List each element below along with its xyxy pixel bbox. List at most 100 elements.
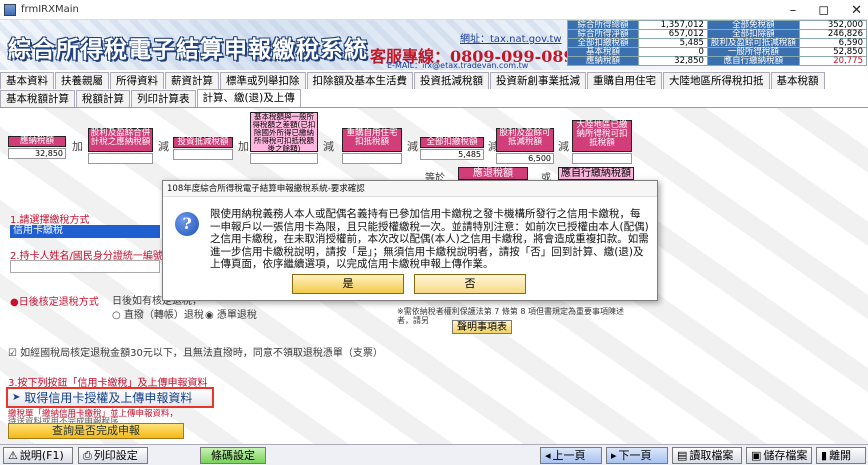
formula-op: 減 bbox=[407, 140, 418, 153]
window-title: frmIRXMain bbox=[21, 4, 79, 15]
help-button-label: 說明(F1) bbox=[19, 449, 64, 462]
tab-tabs_row1-9[interactable]: 大陸地區所得稅扣抵 bbox=[663, 72, 770, 89]
formula-box-value: 6,500 bbox=[496, 153, 554, 164]
tab-tabs_row1-0[interactable]: 基本資料 bbox=[0, 72, 54, 89]
refund-method-label: ●日後核定退稅方式 bbox=[10, 297, 99, 308]
save-file-button[interactable]: ▣ 儲存檔案 bbox=[746, 447, 812, 464]
service-email: E-MAIL：irx@etax.tradevan.com.tw bbox=[387, 61, 529, 70]
formula-box-label: 投資抵減稅額 bbox=[173, 137, 233, 148]
formula-box-label: 股利及盈餘可抵減稅額 bbox=[496, 128, 554, 152]
summary-row: 應納稅額 32,850 應自行繳納稅額 20,775 bbox=[567, 56, 868, 66]
formula-box-label: 全部扣繳稅額 bbox=[420, 137, 484, 148]
minimize-icon[interactable]: – bbox=[790, 3, 797, 18]
tab-tabs_row1-5[interactable]: 扣除額及基本生活費 bbox=[306, 72, 413, 89]
exit-icon: ▮ bbox=[821, 449, 828, 462]
tab-row-primary: 基本資料 扶養親屬 所得資料 薪資計算 標準或列舉扣除 扣除額及基本生活費 投資抵減稅額 投資… bbox=[0, 71, 826, 89]
no-refund-check-checkbox[interactable]: ☑ 如經國稅局核定退稅金額30元以下，且無法直撥時，同意不領取退稅憑單（支票） bbox=[8, 344, 383, 359]
payable-amount-label: 應自行繳納稅額 bbox=[558, 167, 634, 180]
help-button[interactable]: ⚠ 說明(F1) bbox=[3, 447, 73, 464]
tab-tabs_row1-8[interactable]: 重購自用住宅 bbox=[587, 72, 662, 89]
exit-label: 離開 bbox=[829, 449, 852, 462]
prev-page-label: 上一頁 bbox=[552, 449, 586, 462]
formula-box-value: 32,850 bbox=[8, 148, 66, 159]
formula-box-label: 基本稅額與一般所得稅額之差額(已扣除國外所得已繳納所得稅可扣抵稅額後之餘額) bbox=[250, 112, 318, 153]
upload-icon: ➤ bbox=[12, 392, 21, 403]
help-icon: ⚠ bbox=[8, 449, 18, 462]
confirm-dialog: 108年度綜合所得稅電子結算申報繳稅系統-要求確認 ? 限使用納稅義務人本人或配… bbox=[162, 180, 658, 301]
tab-tabs_row2-1[interactable]: 稅額計算 bbox=[76, 90, 130, 107]
read-file-label: 讀取檔案 bbox=[689, 449, 734, 462]
summary-value: 32,850 bbox=[637, 56, 708, 66]
formula-box-label: 應納稅額 bbox=[8, 136, 66, 147]
formula-op: 加 bbox=[72, 140, 83, 153]
direct-refund-radio[interactable]: ○ 直撥（轉帳）退稅 bbox=[112, 306, 204, 321]
summary-value: 5,485 bbox=[637, 38, 708, 48]
formula-box-value bbox=[173, 149, 233, 160]
arrow-right-icon: ▸ bbox=[611, 449, 617, 462]
save-icon: ▣ bbox=[751, 449, 762, 462]
credit-card-upload-button[interactable]: ➤ 取得信用卡授權及上傳申報資料 bbox=[6, 387, 214, 408]
check-filing-button[interactable]: 查詢是否完成申報 bbox=[8, 423, 184, 439]
window-controls: – ◻ ✕ bbox=[790, 0, 862, 20]
formula-box-value bbox=[342, 153, 402, 164]
tab-tabs_row1-3[interactable]: 薪資計算 bbox=[165, 72, 219, 89]
dialog-message: 限使用納稅義務人本人或配偶名義持有已參加信用卡繳稅之發卡機構所發行之信用卡繳稅，… bbox=[210, 208, 649, 270]
summary-label: 應納稅額 bbox=[567, 56, 639, 66]
barcode-settings-button[interactable]: 條碼設定 bbox=[200, 447, 266, 464]
app-title: 綜合所得稅電子結算申報繳稅系統 bbox=[8, 36, 368, 63]
formula-box-label: 重購自用住宅扣抵稅額 bbox=[342, 128, 402, 152]
formula-box-value bbox=[572, 153, 632, 164]
formula-op: 減 bbox=[323, 140, 334, 153]
prev-page-button[interactable]: ◂ 上一頁 bbox=[540, 447, 602, 464]
summary-value: 20,775 bbox=[798, 56, 868, 66]
folder-icon: ▤ bbox=[677, 449, 688, 462]
save-file-label: 儲存檔案 bbox=[763, 449, 808, 462]
statement-form-button[interactable]: 聲明事項表 bbox=[452, 320, 512, 334]
formula-box-label: 股利及盈餘合併計稅之應納稅額 bbox=[88, 128, 153, 152]
formula-box-label: 大陸地區已繳納所得稅可扣抵稅額 bbox=[572, 120, 632, 152]
payment-method-select[interactable]: 信用卡繳稅 bbox=[10, 225, 160, 238]
next-page-button[interactable]: ▸ 下一頁 bbox=[606, 447, 668, 464]
tab-tabs_row1-7[interactable]: 投資新創事業抵減 bbox=[490, 72, 586, 89]
formula-op: 減 bbox=[558, 140, 569, 153]
tab-tabs_row2-2[interactable]: 列印計算表 bbox=[131, 90, 196, 107]
formula-box-value bbox=[250, 153, 318, 164]
direct-refund-label: 直撥（轉帳）退稅 bbox=[123, 310, 204, 321]
statement-note: ※需依納稅者權利保護法第 7 條第 8 項但書規定為重要事項陳述者，請另 bbox=[397, 307, 625, 325]
tab-tabs_row2-0[interactable]: 基本稅額計算 bbox=[0, 90, 75, 107]
tab-tabs_row1-4[interactable]: 標準或列舉扣除 bbox=[220, 72, 306, 89]
next-page-label: 下一頁 bbox=[618, 449, 652, 462]
exit-button[interactable]: ▮ 離開 bbox=[816, 447, 866, 464]
read-file-button[interactable]: ▤ 讀取檔案 bbox=[672, 447, 742, 464]
tax-summary-table: 綜合所得總額 1,357,012 全部免稅額 352,000 綜合所得淨額 657,012… bbox=[567, 20, 868, 66]
formula-box-value bbox=[88, 153, 153, 164]
dialog-no-button[interactable]: 否 bbox=[414, 274, 526, 294]
check-refund-label: 憑單退稅 bbox=[216, 310, 257, 321]
formula-op: 減 bbox=[158, 140, 169, 153]
summary-label: 應自行繳納稅額 bbox=[706, 56, 800, 66]
close-icon[interactable]: ✕ bbox=[851, 3, 862, 18]
window-titlebar: frmIRXMain – ◻ ✕ bbox=[0, 0, 868, 20]
refund-amount-label: 應退稅額 bbox=[458, 167, 528, 180]
tab-tabs_row1-2[interactable]: 所得資料 bbox=[110, 72, 164, 89]
arrow-left-icon: ◂ bbox=[545, 449, 551, 462]
tab-tabs_row1-10[interactable]: 基本稅額 bbox=[770, 72, 825, 89]
tab-row-secondary: 基本稅額計算 稅額計算 列印計算表 計算、繳(退)及上傳 bbox=[0, 89, 302, 107]
formula-op: 加 bbox=[238, 140, 249, 153]
print-settings-label: 列印設定 bbox=[93, 449, 138, 462]
formula-box-value: 5,485 bbox=[420, 149, 484, 160]
dialog-yes-button[interactable]: 是 bbox=[292, 274, 404, 294]
check-refund-radio[interactable]: ◉ 憑單退稅 bbox=[205, 306, 257, 321]
restore-icon[interactable]: ◻ bbox=[818, 3, 829, 18]
bottom-toolbar: ⚠ 說明(F1) ⎙ 列印設定 條碼設定 ◂ 上一頁 ▸ 下一頁 ▤ 讀取檔案 ▣ 儲存檔案… bbox=[0, 444, 868, 465]
printer-icon: ⎙ bbox=[83, 449, 92, 462]
dialog-title: 108年度綜合所得稅電子結算申報繳稅系統-要求確認 bbox=[163, 181, 657, 197]
tab-tabs_row1-6[interactable]: 投資抵減稅額 bbox=[414, 72, 489, 89]
tab-tabs_row1-1[interactable]: 扶養親屬 bbox=[55, 72, 109, 89]
payment-method-label: 1.請選擇繳稅方式 bbox=[10, 215, 90, 226]
print-settings-button[interactable]: ⎙ 列印設定 bbox=[78, 447, 148, 464]
tab-tabs_row2-3[interactable]: 計算、繳(退)及上傳 bbox=[196, 89, 301, 107]
question-icon: ? bbox=[175, 212, 199, 236]
credit-card-upload-label: 取得信用卡授權及上傳申報資料 bbox=[24, 391, 193, 405]
cardholder-select[interactable] bbox=[10, 260, 160, 273]
